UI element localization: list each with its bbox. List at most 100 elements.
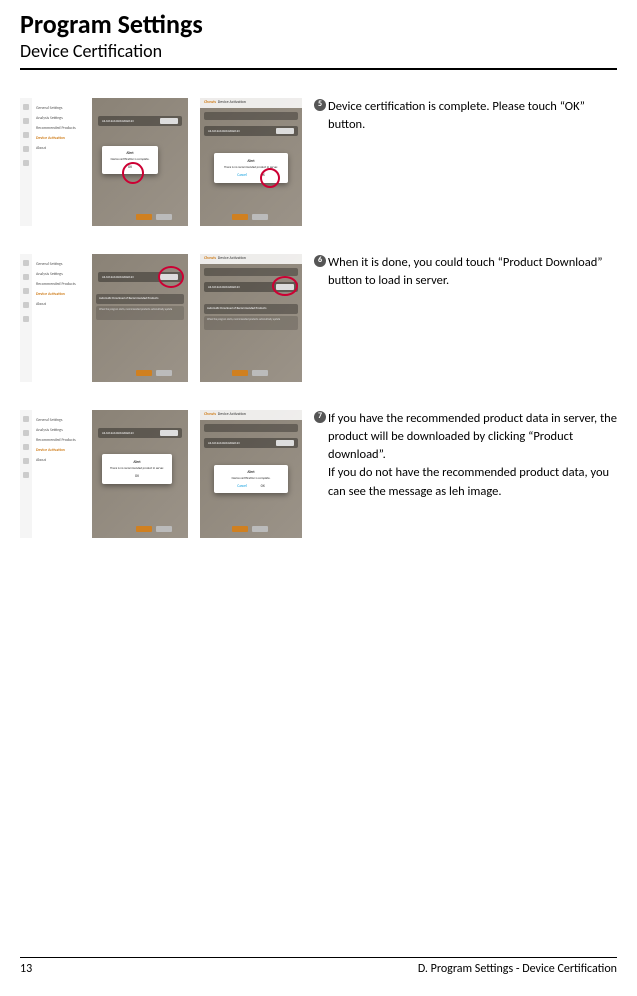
device-id: AS-1012A1240102060123 <box>102 431 134 435</box>
step-number-badge: 5 <box>314 99 326 111</box>
device-id: AS-1012A1240102060123 <box>102 119 134 123</box>
device-id: AS-1012A1240102060123 <box>102 275 134 279</box>
action-button <box>232 214 248 220</box>
menu-item: Analysis Settings <box>36 272 88 277</box>
menu-item: About <box>36 458 88 463</box>
alert-message: Device certification is complete. <box>232 476 271 480</box>
app-sidebar <box>20 410 32 538</box>
step-6-text: 6 When it is done, you could touch “Prod… <box>314 254 617 290</box>
step-7-text: 7 If you have the recommended product da… <box>314 410 617 501</box>
settings-menu: General Settings Analysis Settings Recom… <box>32 410 92 538</box>
alert-message: Device certification is complete. <box>111 157 150 161</box>
alert-title: Alert <box>247 470 254 474</box>
brand-label: Chowis <box>204 100 216 105</box>
product-download-button <box>276 440 294 446</box>
menu-item: About <box>36 146 88 151</box>
menu-item: Analysis Settings <box>36 116 88 121</box>
screenshot-5a: General Settings Analysis Settings Recom… <box>20 98 188 226</box>
screenshot-6a: General Settings Analysis Settings Recom… <box>20 254 188 382</box>
action-button <box>136 526 152 532</box>
auto-download-header: Automatic Download of Recommended Produc… <box>204 304 298 314</box>
screenshot-content: AS-1012A1240102060123 Automatic Download… <box>92 254 188 382</box>
ok-button: OK <box>257 483 269 489</box>
app-header: Chowis Device Activation <box>200 410 302 420</box>
auto-download-note: When the program starts, recommended pro… <box>204 316 298 330</box>
secondary-button <box>252 526 268 532</box>
screenshot-6b: Chowis Device Activation AS-1012A1240102… <box>200 254 302 382</box>
settings-menu: General Settings Analysis Settings Recom… <box>32 98 92 226</box>
footer-rule <box>20 957 617 958</box>
page-footer: 13 D. Program Settings - Device Certific… <box>20 957 617 976</box>
menu-item: Recommended Products <box>36 282 88 287</box>
screenshot-content: AS-1012A1240102060123 Alert There is no … <box>92 410 188 538</box>
screenshot-content: AS-1012A1240102060123 Alert Device certi… <box>92 98 188 226</box>
highlight-circle <box>272 276 298 296</box>
page-number: 13 <box>20 962 32 976</box>
alert-message: There is no recommended product in serve… <box>110 466 164 470</box>
step-row-5: General Settings Analysis Settings Recom… <box>20 98 617 226</box>
step-number-badge: 6 <box>314 255 326 267</box>
action-button <box>136 370 152 376</box>
secondary-button <box>252 370 268 376</box>
info-block <box>204 268 298 276</box>
action-button <box>232 526 248 532</box>
action-button <box>232 370 248 376</box>
secondary-button <box>156 370 172 376</box>
page-subtitle: Device Certification <box>20 40 617 62</box>
product-download-button <box>160 430 178 436</box>
step-description: Device certification is complete. Please… <box>328 99 585 132</box>
action-button <box>136 214 152 220</box>
section-label: Device Activation <box>218 256 246 261</box>
cancel-button: Cancel <box>233 483 250 489</box>
menu-item-active: Device Activation <box>36 292 88 297</box>
device-id: AS-1012A1240102060123 <box>208 129 240 133</box>
menu-item: About <box>36 302 88 307</box>
section-label: Device Activation <box>218 100 246 105</box>
step-description: When it is done, you could touch “Produc… <box>328 255 603 288</box>
screenshot-5b: Chowis Device Activation AS-1012A1240102… <box>200 98 302 226</box>
highlight-circle <box>158 266 184 288</box>
menu-item: Analysis Settings <box>36 428 88 433</box>
product-download-button <box>276 128 294 134</box>
device-id: AS-1012A1240102060123 <box>208 441 240 445</box>
screenshot-content: Chowis Device Activation AS-1012A1240102… <box>200 410 302 538</box>
menu-item: General Settings <box>36 418 88 423</box>
menu-item-active: Device Activation <box>36 136 88 141</box>
app-sidebar <box>20 254 32 382</box>
menu-item: Recommended Products <box>36 126 88 131</box>
info-block <box>204 424 298 432</box>
alert-title: Alert <box>247 159 254 163</box>
alert-title: Alert <box>133 460 140 464</box>
auto-download-header: Automatic Download of Recommended Produc… <box>96 294 184 304</box>
cancel-button: Cancel <box>233 172 250 178</box>
page-title: Program Settings <box>20 8 617 40</box>
step-number-badge: 7 <box>314 411 326 423</box>
secondary-button <box>252 214 268 220</box>
step-row-7: General Settings Analysis Settings Recom… <box>20 410 617 538</box>
step-description: If you have the recommended product data… <box>328 411 617 499</box>
screenshot-7b: Chowis Device Activation AS-1012A1240102… <box>200 410 302 538</box>
app-header: Chowis Device Activation <box>200 254 302 264</box>
screenshot-content: Chowis Device Activation AS-1012A1240102… <box>200 254 302 382</box>
secondary-button <box>156 526 172 532</box>
info-block <box>204 112 298 120</box>
app-sidebar <box>20 98 32 226</box>
highlight-circle <box>260 168 280 188</box>
header-rule <box>20 68 617 70</box>
secondary-button <box>156 214 172 220</box>
settings-menu: General Settings Analysis Settings Recom… <box>32 254 92 382</box>
screenshot-content: Chowis Device Activation AS-1012A1240102… <box>200 98 302 226</box>
section-label: Device Activation <box>218 412 246 417</box>
brand-label: Chowis <box>204 256 216 261</box>
footer-section: D. Program Settings - Device Certificati… <box>418 962 617 976</box>
alert-dialog: Alert Device certification is complete. … <box>214 465 288 493</box>
product-download-button <box>160 118 178 124</box>
screenshot-7a: General Settings Analysis Settings Recom… <box>20 410 188 538</box>
device-id: AS-1012A1240102060123 <box>208 285 240 289</box>
app-header: Chowis Device Activation <box>200 98 302 108</box>
alert-dialog: Alert There is no recommended product in… <box>102 454 172 484</box>
auto-download-note: When the program starts, recommended pro… <box>96 306 184 320</box>
brand-label: Chowis <box>204 412 216 417</box>
alert-title: Alert <box>126 151 133 155</box>
step-row-6: General Settings Analysis Settings Recom… <box>20 254 617 382</box>
